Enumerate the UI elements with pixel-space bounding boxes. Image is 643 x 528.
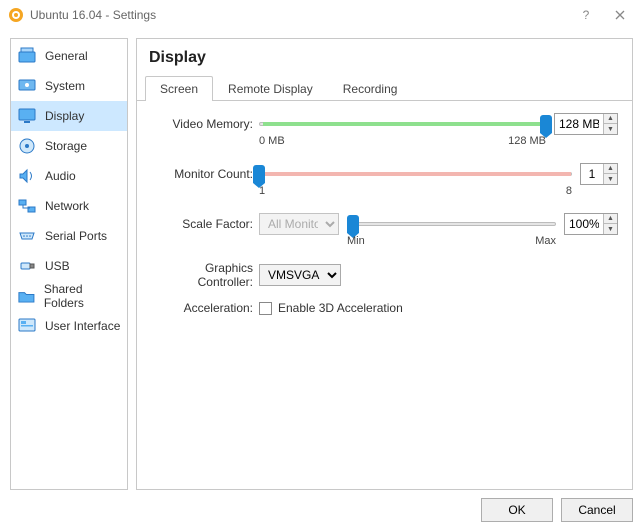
spin-down-icon[interactable]: ▼ — [604, 224, 617, 234]
enable-3d-label: Enable 3D Acceleration — [278, 301, 403, 315]
sidebar-item-audio[interactable]: Audio — [11, 161, 127, 191]
dialog-footer: OK Cancel — [481, 498, 633, 522]
shared-folders-icon — [17, 286, 36, 306]
titlebar: Ubuntu 16.04 - Settings ? — [0, 0, 643, 30]
tab-screen[interactable]: Screen — [145, 76, 213, 101]
sidebar: General System Display Storage Audio Net… — [10, 38, 128, 490]
video-memory-label: Video Memory: — [151, 117, 259, 131]
row-scale-factor: Scale Factor: All Monitors Min Max — [151, 211, 618, 237]
row-graphics-controller: Graphics Controller: VMSVGA — [151, 261, 618, 289]
spin-down-icon[interactable]: ▼ — [604, 174, 617, 184]
system-icon — [17, 76, 37, 96]
tab-label: Screen — [160, 82, 198, 96]
scale-factor-label: Scale Factor: — [151, 217, 259, 231]
sidebar-item-system[interactable]: System — [11, 71, 127, 101]
monitor-count-max: 8 — [566, 185, 572, 197]
scale-min: Min — [347, 235, 365, 247]
scale-factor-spinbox[interactable]: ▲▼ — [564, 213, 618, 235]
sidebar-item-general[interactable]: General — [11, 41, 127, 71]
sidebar-item-display[interactable]: Display — [11, 101, 127, 131]
page-title: Display — [137, 39, 632, 75]
sidebar-item-user-interface[interactable]: User Interface — [11, 311, 127, 341]
sidebar-item-label: General — [45, 49, 88, 63]
monitor-count-label: Monitor Count: — [151, 167, 259, 181]
video-memory-spinbox[interactable]: ▲▼ — [554, 113, 618, 135]
monitor-count-value[interactable] — [581, 167, 603, 181]
sidebar-item-storage[interactable]: Storage — [11, 131, 127, 161]
sidebar-item-shared-folders[interactable]: Shared Folders — [11, 281, 127, 311]
help-button[interactable]: ? — [569, 3, 603, 27]
sidebar-item-label: Storage — [45, 139, 87, 153]
tab-remote-display[interactable]: Remote Display — [213, 76, 328, 101]
tab-label: Remote Display — [228, 82, 313, 96]
window-title-app: Ubuntu 16.04 — [30, 8, 102, 22]
monitor-count-slider[interactable]: 1 8 — [259, 165, 572, 183]
spin-down-icon[interactable]: ▼ — [604, 124, 617, 134]
sidebar-item-label: System — [45, 79, 85, 93]
ok-button[interactable]: OK — [481, 498, 553, 522]
app-icon — [8, 7, 24, 23]
row-acceleration: Acceleration: Enable 3D Acceleration — [151, 295, 618, 321]
sidebar-item-serial-ports[interactable]: Serial Ports — [11, 221, 127, 251]
usb-icon — [17, 256, 37, 276]
sidebar-item-usb[interactable]: USB — [11, 251, 127, 281]
sidebar-item-label: USB — [45, 259, 70, 273]
tab-recording[interactable]: Recording — [328, 76, 413, 101]
row-video-memory: Video Memory: 0 MB 128 MB ▲▼ — [151, 111, 618, 137]
cancel-label: Cancel — [578, 503, 615, 517]
sidebar-item-label: Shared Folders — [44, 282, 121, 310]
storage-icon — [17, 136, 37, 156]
sidebar-item-label: Serial Ports — [45, 229, 107, 243]
tab-label: Recording — [343, 82, 398, 96]
scale-factor-slider[interactable]: Min Max — [347, 215, 556, 233]
sidebar-item-network[interactable]: Network — [11, 191, 127, 221]
ok-label: OK — [508, 503, 525, 517]
video-memory-value[interactable] — [555, 117, 603, 131]
tabs: Screen Remote Display Recording — [137, 75, 632, 101]
graphics-controller-label: Graphics Controller: — [151, 261, 259, 289]
general-icon — [17, 46, 37, 66]
window-title: Ubuntu 16.04 - Settings — [30, 8, 569, 22]
spin-up-icon[interactable]: ▲ — [604, 114, 617, 124]
enable-3d-checkbox[interactable] — [259, 302, 272, 315]
scale-factor-value[interactable] — [565, 217, 603, 231]
audio-icon — [17, 166, 37, 186]
user-interface-icon — [17, 316, 37, 336]
scale-max: Max — [535, 235, 556, 247]
graphics-controller-combo[interactable]: VMSVGA — [259, 264, 341, 286]
row-monitor-count: Monitor Count: 1 8 ▲▼ — [151, 161, 618, 187]
network-icon — [17, 196, 37, 216]
display-icon — [17, 106, 37, 126]
monitor-count-spinbox[interactable]: ▲▼ — [580, 163, 618, 185]
video-memory-slider[interactable]: 0 MB 128 MB — [259, 115, 546, 133]
video-memory-max: 128 MB — [508, 135, 546, 147]
close-icon — [615, 10, 625, 20]
spin-up-icon[interactable]: ▲ — [604, 164, 617, 174]
spin-up-icon[interactable]: ▲ — [604, 214, 617, 224]
main-panel: Display Screen Remote Display Recording … — [136, 38, 633, 490]
video-memory-min: 0 MB — [259, 135, 285, 147]
tab-pane-screen: Video Memory: 0 MB 128 MB ▲▼ — [137, 101, 632, 337]
close-button[interactable] — [603, 3, 637, 27]
acceleration-label: Acceleration: — [151, 301, 259, 315]
sidebar-item-label: Audio — [45, 169, 76, 183]
cancel-button[interactable]: Cancel — [561, 498, 633, 522]
serial-ports-icon — [17, 226, 37, 246]
window-title-suffix: Settings — [113, 8, 156, 22]
sidebar-item-label: Display — [45, 109, 84, 123]
monitor-count-min: 1 — [259, 185, 265, 197]
scale-monitor-combo: All Monitors — [259, 213, 339, 235]
sidebar-item-label: User Interface — [45, 319, 120, 333]
sidebar-item-label: Network — [45, 199, 89, 213]
